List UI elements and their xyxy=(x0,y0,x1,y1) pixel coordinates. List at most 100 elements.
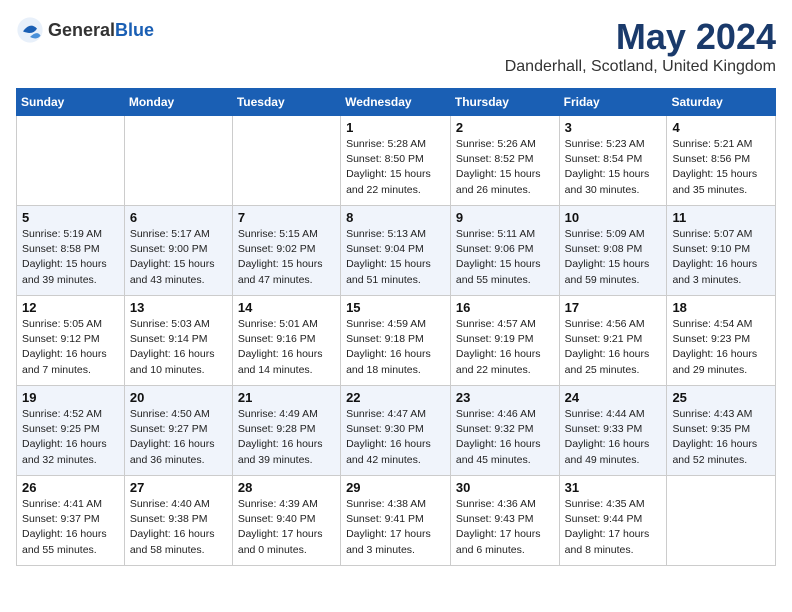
day-number: 24 xyxy=(565,390,662,405)
calendar-cell: 2 Sunrise: 5:26 AM Sunset: 8:52 PM Daylig… xyxy=(450,116,559,206)
day-info: Sunrise: 4:59 AM Sunset: 9:18 PM Dayligh… xyxy=(346,317,445,378)
day-number: 8 xyxy=(346,210,445,225)
day-header-sunday: Sunday xyxy=(17,89,125,116)
day-info: Sunrise: 4:36 AM Sunset: 9:43 PM Dayligh… xyxy=(456,497,554,558)
day-number: 25 xyxy=(672,390,770,405)
calendar-cell: 1Sunrise: 5:28 AM Sunset: 8:50 PM Daylig… xyxy=(341,116,451,206)
day-number: 18 xyxy=(672,300,770,315)
calendar-cell: 23 Sunrise: 4:46 AM Sunset: 9:32 PM Dayli… xyxy=(450,386,559,476)
calendar-cell: 25Sunrise: 4:43 AM Sunset: 9:35 PM Dayli… xyxy=(667,386,776,476)
day-number: 4 xyxy=(672,120,770,135)
calendar-cell: 29Sunrise: 4:38 AM Sunset: 9:41 PM Dayli… xyxy=(341,476,451,566)
day-number: 20 xyxy=(130,390,227,405)
calendar-cell: 16 Sunrise: 4:57 AM Sunset: 9:19 PM Dayli… xyxy=(450,296,559,386)
day-info: Sunrise: 4:57 AM Sunset: 9:19 PM Dayligh… xyxy=(456,317,554,378)
logo-text: GeneralBlue xyxy=(48,20,154,41)
calendar-cell: 28Sunrise: 4:39 AM Sunset: 9:40 PM Dayli… xyxy=(232,476,340,566)
day-info: Sunrise: 5:07 AM Sunset: 9:10 PM Dayligh… xyxy=(672,227,770,288)
day-info: Sunrise: 5:17 AM Sunset: 9:00 PM Dayligh… xyxy=(130,227,227,288)
day-info: Sunrise: 4:56 AM Sunset: 9:21 PM Dayligh… xyxy=(565,317,662,378)
day-header-friday: Friday xyxy=(559,89,667,116)
day-info: Sunrise: 5:15 AM Sunset: 9:02 PM Dayligh… xyxy=(238,227,335,288)
day-number: 21 xyxy=(238,390,335,405)
day-info: Sunrise: 4:52 AM Sunset: 9:25 PM Dayligh… xyxy=(22,407,119,468)
day-info: Sunrise: 4:54 AM Sunset: 9:23 PM Dayligh… xyxy=(672,317,770,378)
day-info: Sunrise: 4:40 AM Sunset: 9:38 PM Dayligh… xyxy=(130,497,227,558)
day-number: 30 xyxy=(456,480,554,495)
calendar-cell: 8 Sunrise: 5:13 AM Sunset: 9:04 PM Daylig… xyxy=(341,206,451,296)
day-number: 15 xyxy=(346,300,445,315)
day-number: 5 xyxy=(22,210,119,225)
day-number: 23 xyxy=(456,390,554,405)
day-number: 31 xyxy=(565,480,662,495)
calendar-cell: 11 Sunrise: 5:07 AM Sunset: 9:10 PM Dayli… xyxy=(667,206,776,296)
day-info: Sunrise: 5:28 AM Sunset: 8:50 PM Dayligh… xyxy=(346,137,445,198)
calendar-cell xyxy=(232,116,340,206)
day-info: Sunrise: 4:35 AM Sunset: 9:44 PM Dayligh… xyxy=(565,497,662,558)
day-info: Sunrise: 5:13 AM Sunset: 9:04 PM Dayligh… xyxy=(346,227,445,288)
day-info: Sunrise: 4:49 AM Sunset: 9:28 PM Dayligh… xyxy=(238,407,335,468)
calendar-week-row: 26Sunrise: 4:41 AM Sunset: 9:37 PM Dayli… xyxy=(17,476,776,566)
calendar-cell: 24 Sunrise: 4:44 AM Sunset: 9:33 PM Dayli… xyxy=(559,386,667,476)
day-number: 7 xyxy=(238,210,335,225)
calendar-cell: 7 Sunrise: 5:15 AM Sunset: 9:02 PM Daylig… xyxy=(232,206,340,296)
calendar-cell: 21 Sunrise: 4:49 AM Sunset: 9:28 PM Dayli… xyxy=(232,386,340,476)
logo-general: General xyxy=(48,20,115,40)
calendar-cell xyxy=(124,116,232,206)
calendar-cell: 12 Sunrise: 5:05 AM Sunset: 9:12 PM Dayli… xyxy=(17,296,125,386)
day-number: 6 xyxy=(130,210,227,225)
day-info: Sunrise: 5:03 AM Sunset: 9:14 PM Dayligh… xyxy=(130,317,227,378)
calendar-cell: 17 Sunrise: 4:56 AM Sunset: 9:21 PM Dayli… xyxy=(559,296,667,386)
day-number: 17 xyxy=(565,300,662,315)
calendar-cell xyxy=(667,476,776,566)
calendar-week-row: 5Sunrise: 5:19 AM Sunset: 8:58 PM Daylig… xyxy=(17,206,776,296)
calendar-cell: 10Sunrise: 5:09 AM Sunset: 9:08 PM Dayli… xyxy=(559,206,667,296)
calendar-header-row: SundayMondayTuesdayWednesdayThursdayFrid… xyxy=(17,89,776,116)
day-info: Sunrise: 4:46 AM Sunset: 9:32 PM Dayligh… xyxy=(456,407,554,468)
subtitle: Danderhall, Scotland, United Kingdom xyxy=(505,58,776,76)
calendar-cell: 27 Sunrise: 4:40 AM Sunset: 9:38 PM Dayli… xyxy=(124,476,232,566)
day-header-saturday: Saturday xyxy=(667,89,776,116)
calendar-cell: 31 Sunrise: 4:35 AM Sunset: 9:44 PM Dayli… xyxy=(559,476,667,566)
day-number: 9 xyxy=(456,210,554,225)
day-number: 16 xyxy=(456,300,554,315)
calendar-week-row: 1Sunrise: 5:28 AM Sunset: 8:50 PM Daylig… xyxy=(17,116,776,206)
calendar-week-row: 12 Sunrise: 5:05 AM Sunset: 9:12 PM Dayli… xyxy=(17,296,776,386)
day-number: 27 xyxy=(130,480,227,495)
calendar-cell: 20 Sunrise: 4:50 AM Sunset: 9:27 PM Dayli… xyxy=(124,386,232,476)
day-number: 12 xyxy=(22,300,119,315)
day-number: 22 xyxy=(346,390,445,405)
calendar-cell: 6 Sunrise: 5:17 AM Sunset: 9:00 PM Daylig… xyxy=(124,206,232,296)
day-number: 26 xyxy=(22,480,119,495)
logo-blue: Blue xyxy=(115,20,154,40)
day-number: 28 xyxy=(238,480,335,495)
day-number: 19 xyxy=(22,390,119,405)
title-section: May 2024 Danderhall, Scotland, United Ki… xyxy=(505,16,776,76)
calendar-cell: 14Sunrise: 5:01 AM Sunset: 9:16 PM Dayli… xyxy=(232,296,340,386)
day-number: 3 xyxy=(565,120,662,135)
day-number: 10 xyxy=(565,210,662,225)
calendar-table: SundayMondayTuesdayWednesdayThursdayFrid… xyxy=(16,88,776,566)
calendar-cell: 15 Sunrise: 4:59 AM Sunset: 9:18 PM Dayli… xyxy=(341,296,451,386)
day-info: Sunrise: 4:44 AM Sunset: 9:33 PM Dayligh… xyxy=(565,407,662,468)
calendar-cell xyxy=(17,116,125,206)
day-info: Sunrise: 4:47 AM Sunset: 9:30 PM Dayligh… xyxy=(346,407,445,468)
calendar-cell: 19 Sunrise: 4:52 AM Sunset: 9:25 PM Dayli… xyxy=(17,386,125,476)
day-info: Sunrise: 4:50 AM Sunset: 9:27 PM Dayligh… xyxy=(130,407,227,468)
calendar-cell: 4Sunrise: 5:21 AM Sunset: 8:56 PM Daylig… xyxy=(667,116,776,206)
calendar-cell: 3 Sunrise: 5:23 AM Sunset: 8:54 PM Daylig… xyxy=(559,116,667,206)
day-number: 13 xyxy=(130,300,227,315)
day-number: 11 xyxy=(672,210,770,225)
day-number: 2 xyxy=(456,120,554,135)
main-title: May 2024 xyxy=(505,16,776,58)
logo-icon xyxy=(16,16,44,44)
day-number: 14 xyxy=(238,300,335,315)
day-info: Sunrise: 5:23 AM Sunset: 8:54 PM Dayligh… xyxy=(565,137,662,198)
day-info: Sunrise: 5:26 AM Sunset: 8:52 PM Dayligh… xyxy=(456,137,554,198)
day-info: Sunrise: 5:05 AM Sunset: 9:12 PM Dayligh… xyxy=(22,317,119,378)
calendar-cell: 18 Sunrise: 4:54 AM Sunset: 9:23 PM Dayli… xyxy=(667,296,776,386)
day-info: Sunrise: 5:11 AM Sunset: 9:06 PM Dayligh… xyxy=(456,227,554,288)
day-number: 29 xyxy=(346,480,445,495)
calendar-week-row: 19 Sunrise: 4:52 AM Sunset: 9:25 PM Dayli… xyxy=(17,386,776,476)
day-header-tuesday: Tuesday xyxy=(232,89,340,116)
